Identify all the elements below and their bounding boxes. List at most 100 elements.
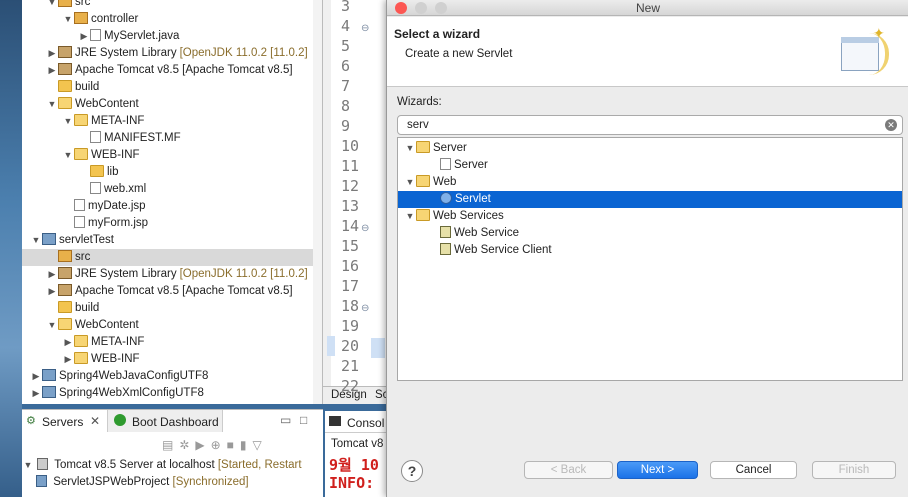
dialog-title: New [635,1,660,15]
next-button[interactable]: Next > [617,461,698,479]
folder-open-icon [416,175,430,187]
explorer-item-label: Spring4WebJavaConfigUTF8 [59,370,209,382]
explorer-item[interactable]: ▶ WEB-INF [22,351,313,368]
folder-open-icon [58,318,72,330]
close-icon[interactable]: ✕ [90,414,100,428]
chevron-down-icon[interactable]: ▼ [404,140,416,157]
explorer-item[interactable]: ▼ src [22,0,313,11]
clear-search-icon[interactable]: ✕ [885,119,897,131]
explorer-item-label: META-INF [91,115,145,127]
chevron-right-icon[interactable]: ▶ [78,28,90,45]
chevron-right-icon[interactable]: ▶ [46,45,58,62]
wizard-tree-item[interactable]: Servlet [398,191,902,208]
explorer-item[interactable]: ▶ MyServlet.java [22,28,313,45]
chevron-down-icon[interactable]: ▼ [404,174,416,191]
wizard-tree-item[interactable]: ▼ Web Services [398,208,902,225]
explorer-item[interactable]: ▼ servletTest [22,232,313,249]
tab-boot-dashboard-label: Boot Dashboard [132,415,219,429]
chevron-down-icon[interactable]: ▼ [30,232,42,249]
line-number: 6 [341,57,351,75]
power-icon [114,414,126,426]
tab-console[interactable]: Consol [325,411,395,433]
explorer-item[interactable]: ▶ Apache Tomcat v8.5 [Apache Tomcat v8.5] [22,283,313,300]
fold-icon[interactable]: ⊖ [361,303,369,314]
server-status: [Started, Restart [217,459,302,471]
explorer-item[interactable]: ▶ META-INF [22,334,313,351]
explorer-item[interactable]: myDate.jsp [22,198,313,215]
explorer-item[interactable]: build [22,300,313,317]
line-number: 15 [341,237,360,255]
zoom-window-button[interactable] [435,2,447,14]
server-module-row[interactable]: ServletJSPWebProject [Synchronized] [36,475,323,492]
chevron-right-icon[interactable]: ▶ [62,334,74,351]
help-button[interactable]: ? [401,460,423,482]
explorer-item[interactable]: myForm.jsp [22,215,313,232]
explorer-item[interactable]: ▶ Spring4WebXmlConfigUTF8 [22,385,313,402]
tab-servers[interactable]: ⚙ Servers ✕ [22,410,108,432]
wizard-filter-input[interactable]: serv ✕ [397,115,903,135]
minimize-window-button[interactable] [415,2,427,14]
close-window-button[interactable] [395,2,407,14]
explorer-item[interactable]: ▶ JRE System Library [OpenJDK 11.0.2 [11.0… [22,266,313,283]
chevron-down-icon[interactable]: ▼ [62,11,74,28]
chevron-down-icon[interactable]: ▼ [22,460,34,470]
wizard-tree-item-label: Web [433,176,457,188]
explorer-item[interactable]: src [22,249,313,266]
explorer-item-label: JRE System Library [75,47,177,59]
chevron-right-icon[interactable]: ▶ [46,283,58,300]
servers-toolbar[interactable]: ▤✲▶⊕■▮▽ [162,438,322,454]
wizard-tree-item[interactable]: ▼ Server [398,140,902,157]
cancel-button[interactable]: Cancel [710,461,797,479]
wizard-tree-item[interactable]: Web Service Client [398,242,902,259]
chevron-right-icon[interactable]: ▶ [30,385,42,402]
explorer-item-label: JRE System Library [75,268,177,280]
chevron-right-icon[interactable]: ▶ [62,351,74,368]
fold-icon[interactable]: ⊖ [361,223,369,234]
explorer-item[interactable]: MANIFEST.MF [22,130,313,147]
line-number: 16 [341,257,360,275]
explorer-item[interactable]: ▼ WebContent [22,317,313,334]
chevron-down-icon[interactable]: ▼ [62,113,74,130]
wizard-tree-item[interactable]: Server [398,157,902,174]
back-button[interactable]: < Back [524,461,613,479]
explorer-item[interactable]: ▼ WEB-INF [22,147,313,164]
chevron-right-icon[interactable]: ▶ [46,62,58,79]
explorer-item-label: build [75,302,100,314]
explorer-item[interactable]: ▶ Apache Tomcat v8.5 [Apache Tomcat v8.5] [22,62,313,79]
chevron-down-icon[interactable]: ▼ [46,96,58,113]
folder-icon [90,165,104,177]
project-explorer[interactable]: ▼ src ▼ controller ▶ MyServlet.java ▶ JRE Syste… [22,0,323,404]
chevron-right-icon[interactable]: ▶ [46,266,58,283]
chevron-down-icon[interactable]: ▼ [404,208,416,225]
line-number: 20 [341,337,360,355]
folder-open-icon [74,335,88,347]
fold-icon[interactable]: ⊖ [361,23,369,34]
explorer-item[interactable]: ▼ WebContent [22,96,313,113]
chevron-down-icon[interactable]: ▼ [46,317,58,334]
explorer-item[interactable]: ▶ JRE System Library [OpenJDK 11.0.2 [11.0… [22,45,313,62]
finish-button[interactable]: Finish [812,461,896,479]
wizard-tree-item[interactable]: Web Service [398,225,902,242]
explorer-item[interactable]: ▼ controller [22,11,313,28]
explorer-item[interactable]: ▼ META-INF [22,113,313,130]
line-number: 4 [341,17,351,35]
chevron-down-icon[interactable]: ▼ [46,0,58,11]
maximize-icon[interactable]: □ [300,413,307,427]
chevron-right-icon[interactable]: ▶ [30,368,42,385]
wizard-tree[interactable]: ▼ Server Server ▼ Web Servlet ▼ Web Services Web… [397,137,903,381]
current-line-highlight [371,338,385,358]
line-number: 10 [341,137,360,155]
explorer-item[interactable]: ▶ Spring4WebJavaConfigUTF8 [22,368,313,385]
explorer-scrollbar[interactable] [313,0,322,404]
folder-open-icon [416,141,430,153]
explorer-item[interactable]: web.xml [22,181,313,198]
dialog-titlebar[interactable]: New [387,0,908,16]
servers-panel: ⚙ Servers ✕ Boot Dashboard ▭ □ ▤✲▶⊕■▮▽ ▼… [22,409,323,497]
explorer-item[interactable]: lib [22,164,313,181]
explorer-item[interactable]: build [22,79,313,96]
server-row[interactable]: ▼ Tomcat v8.5 Server at localhost [Start… [22,458,323,475]
wizard-tree-item[interactable]: ▼ Web [398,174,902,191]
minimize-icon[interactable]: ▭ [280,413,291,427]
tab-boot-dashboard[interactable]: Boot Dashboard [108,410,223,432]
chevron-down-icon[interactable]: ▼ [62,147,74,164]
